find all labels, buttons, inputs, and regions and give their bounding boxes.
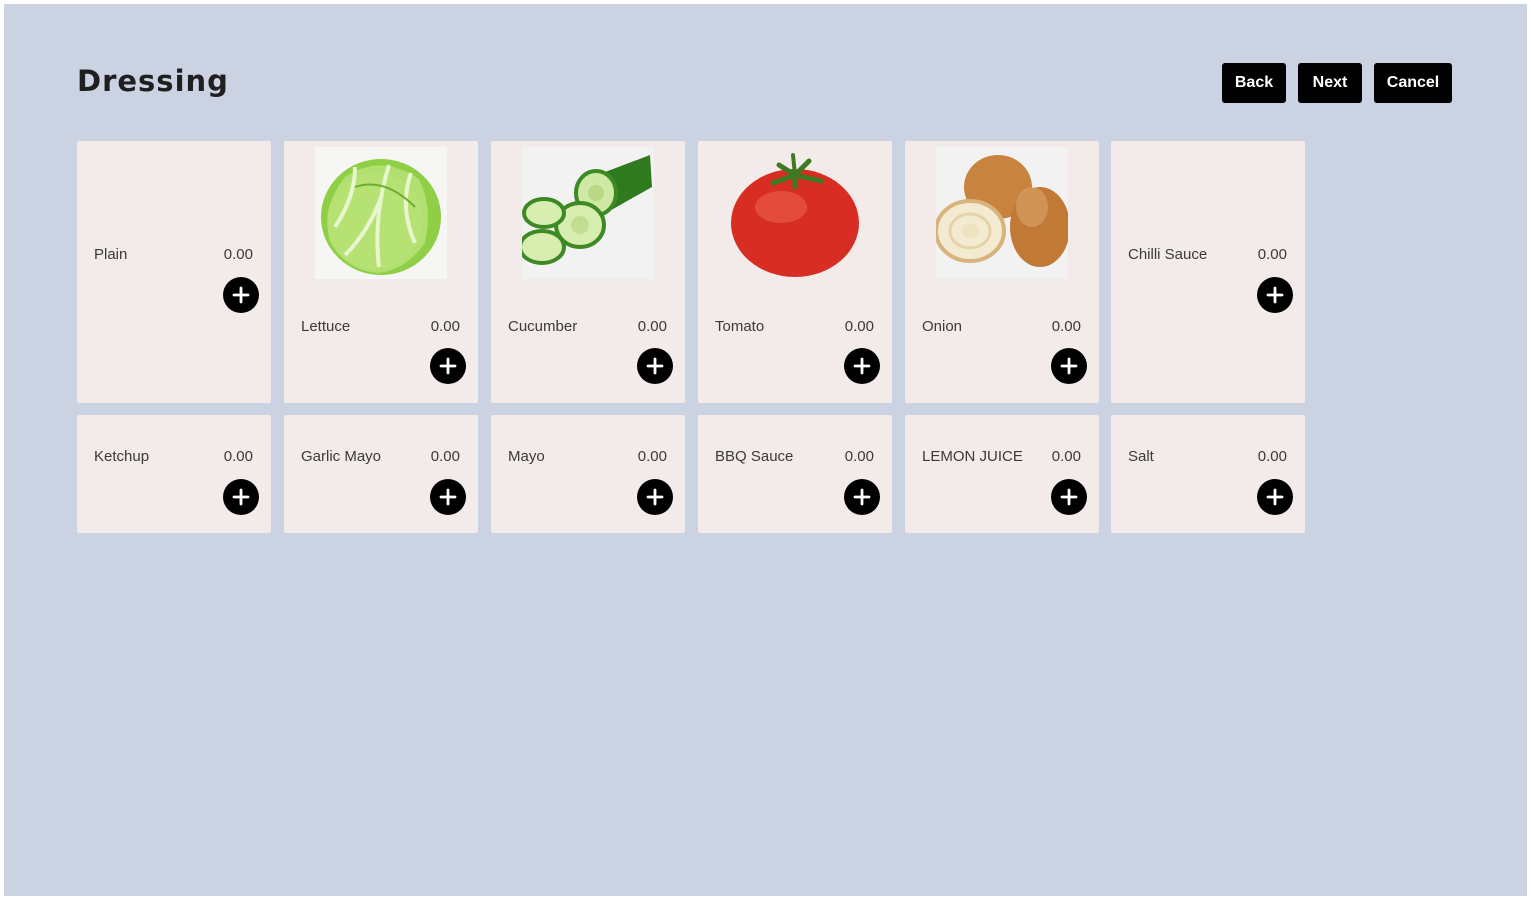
- add-button[interactable]: [223, 277, 259, 313]
- item-price: 0.00: [430, 448, 460, 465]
- item-name: Cucumber: [508, 318, 578, 335]
- add-button[interactable]: [1257, 479, 1293, 515]
- plus-icon: [439, 357, 457, 375]
- item-name: Onion: [922, 318, 963, 335]
- add-button[interactable]: [430, 348, 466, 384]
- add-button[interactable]: [1051, 479, 1087, 515]
- tomato-image: [729, 147, 861, 279]
- add-button[interactable]: [637, 348, 673, 384]
- add-button[interactable]: [637, 479, 673, 515]
- next-button[interactable]: Next: [1298, 63, 1362, 103]
- item-price: 0.00: [1051, 318, 1081, 335]
- item-price: 0.00: [844, 318, 874, 335]
- back-button[interactable]: Back: [1222, 63, 1286, 103]
- item-name: Ketchup: [94, 448, 150, 465]
- item-price: 0.00: [1051, 448, 1081, 465]
- item-card-chilli-sauce[interactable]: Chilli Sauce 0.00: [1111, 141, 1305, 403]
- item-price: 0.00: [1257, 448, 1287, 465]
- cancel-button[interactable]: Cancel: [1374, 63, 1452, 103]
- item-card-plain[interactable]: Plain 0.00: [77, 141, 271, 403]
- plus-icon: [646, 488, 664, 506]
- item-card-cucumber[interactable]: Cucumber 0.00: [491, 141, 685, 403]
- plus-icon: [853, 488, 871, 506]
- add-button[interactable]: [844, 348, 880, 384]
- onion-image: [936, 147, 1068, 279]
- item-card-onion[interactable]: Onion 0.00: [905, 141, 1099, 403]
- page-title: Dressing: [77, 64, 229, 98]
- plus-icon: [1060, 488, 1078, 506]
- item-card-salt[interactable]: Salt 0.00: [1111, 415, 1305, 533]
- plus-icon: [1060, 357, 1078, 375]
- action-buttons: Back Next Cancel: [1222, 63, 1452, 103]
- item-name: Mayo: [508, 448, 545, 465]
- item-card-lettuce[interactable]: Lettuce 0.00: [284, 141, 478, 403]
- add-button[interactable]: [844, 479, 880, 515]
- add-button[interactable]: [430, 479, 466, 515]
- item-price: 0.00: [1257, 246, 1287, 263]
- item-name: Chilli Sauce: [1128, 246, 1208, 263]
- item-price: 0.00: [223, 448, 253, 465]
- plus-icon: [853, 357, 871, 375]
- item-card-garlic-mayo[interactable]: Garlic Mayo 0.00: [284, 415, 478, 533]
- item-card-lemon-juice[interactable]: LEMON JUICE 0.00: [905, 415, 1099, 533]
- item-name: LEMON JUICE: [922, 448, 1023, 465]
- plus-icon: [439, 488, 457, 506]
- screen: Dressing Back Next Cancel Plain 0.00 Let…: [4, 4, 1527, 896]
- plus-icon: [1266, 488, 1284, 506]
- item-price: 0.00: [844, 448, 874, 465]
- item-card-ketchup[interactable]: Ketchup 0.00: [77, 415, 271, 533]
- item-name: BBQ Sauce: [715, 448, 794, 465]
- item-price: 0.00: [430, 318, 460, 335]
- lettuce-image: [315, 147, 447, 279]
- item-name: Lettuce: [301, 318, 351, 335]
- item-price: 0.00: [637, 448, 667, 465]
- item-name: Plain: [94, 246, 128, 263]
- cucumber-image: [522, 147, 654, 279]
- plus-icon: [232, 286, 250, 304]
- item-card-bbq-sauce[interactable]: BBQ Sauce 0.00: [698, 415, 892, 533]
- add-button[interactable]: [223, 479, 259, 515]
- plus-icon: [1266, 286, 1284, 304]
- item-card-tomato[interactable]: Tomato 0.00: [698, 141, 892, 403]
- item-name: Tomato: [715, 318, 765, 335]
- plus-icon: [646, 357, 664, 375]
- add-button[interactable]: [1051, 348, 1087, 384]
- item-name: Salt: [1128, 448, 1154, 465]
- plus-icon: [232, 488, 250, 506]
- item-price: 0.00: [223, 246, 253, 263]
- item-name: Garlic Mayo: [301, 448, 382, 465]
- item-price: 0.00: [637, 318, 667, 335]
- add-button[interactable]: [1257, 277, 1293, 313]
- item-card-mayo[interactable]: Mayo 0.00: [491, 415, 685, 533]
